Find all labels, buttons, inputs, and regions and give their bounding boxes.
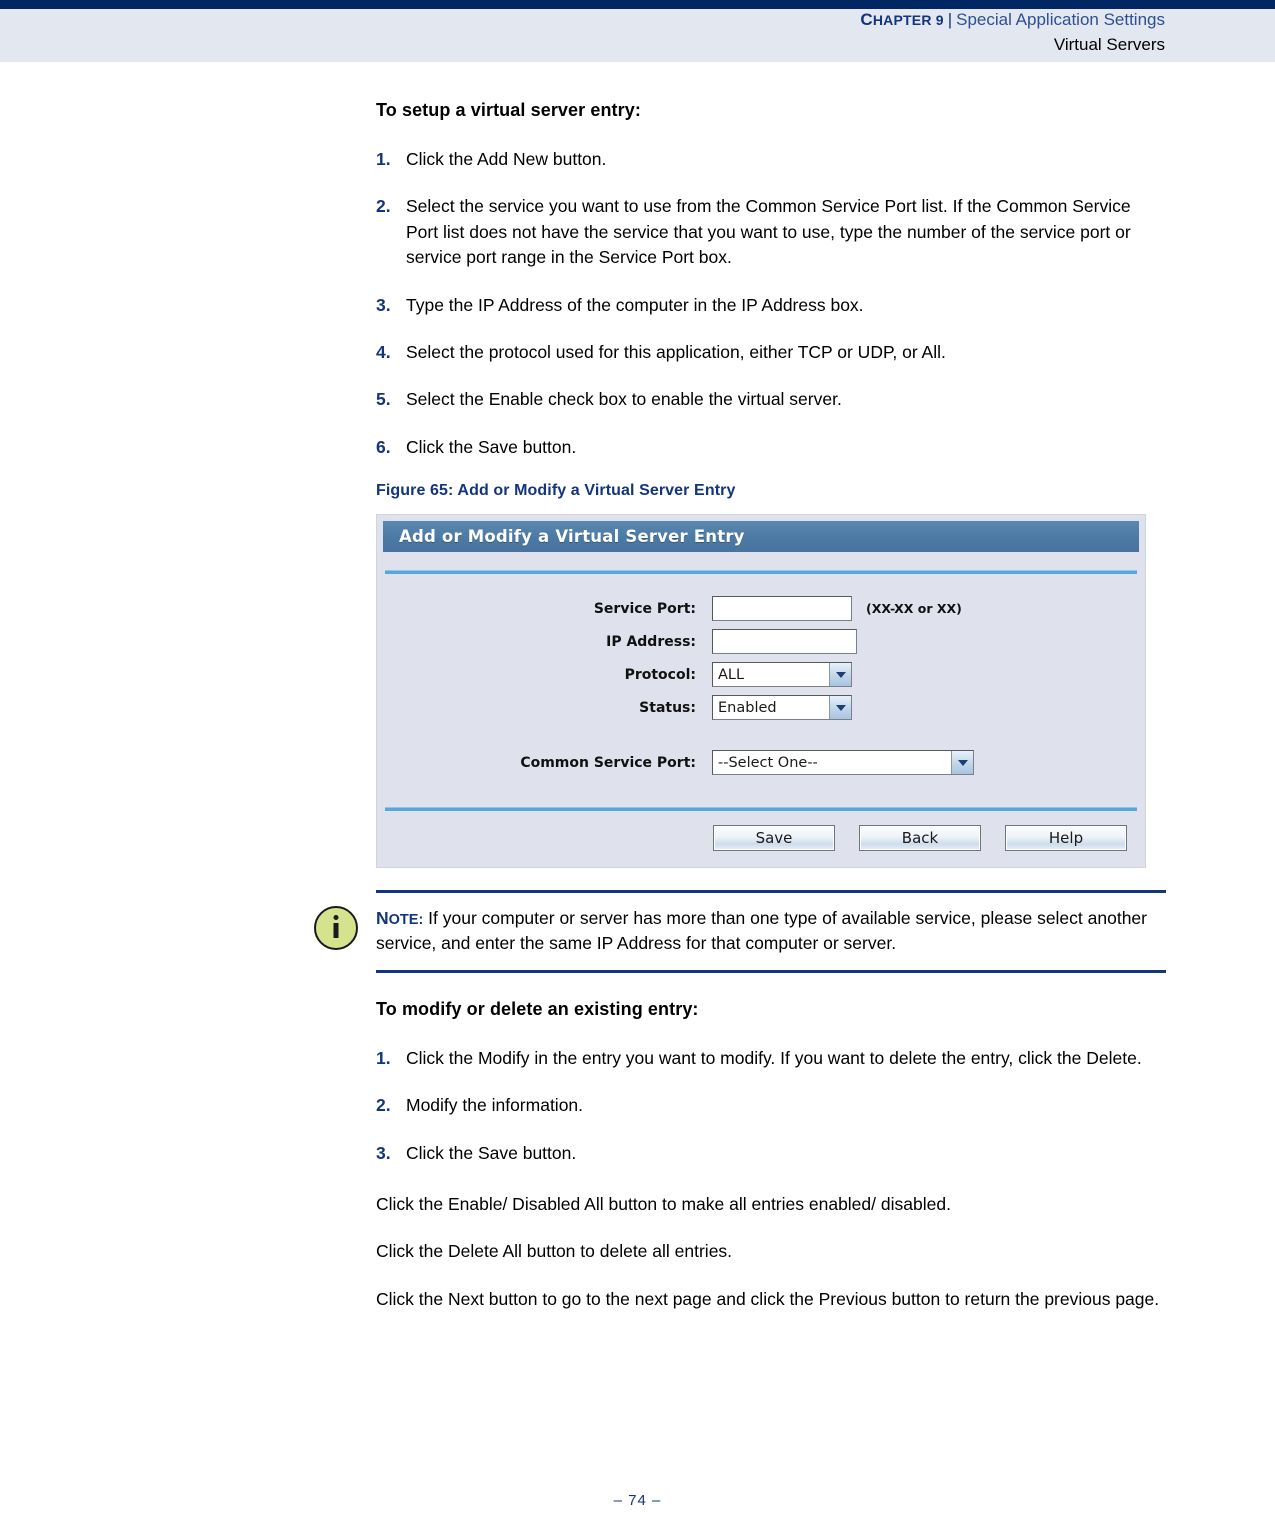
step-text: Select the service you want to use from … xyxy=(406,196,1131,268)
step-number: 5. xyxy=(376,389,391,410)
list-item: 2. Modify the information. xyxy=(376,1093,1166,1118)
note-label: NOTE: xyxy=(376,908,424,928)
common-service-port-select-value: --Select One-- xyxy=(718,754,818,771)
running-header: CHAPTER 9 | Special Application Settings V… xyxy=(860,8,1165,57)
list-item: 1. Click the Add New button. xyxy=(376,147,1166,172)
step-text: Select the protocol used for this applic… xyxy=(406,341,946,362)
step-text: Select the Enable check box to enable th… xyxy=(406,389,842,410)
common-service-port-select[interactable]: --Select One-- xyxy=(712,750,974,775)
form-row-status: Status: Enabled xyxy=(377,695,1145,720)
page-content: To setup a virtual server entry: 1. Clic… xyxy=(314,100,1166,1312)
header-subsection: Virtual Servers xyxy=(1053,35,1165,55)
protocol-select[interactable]: ALL xyxy=(712,662,852,687)
figure-virtual-server-entry: Add or Modify a Virtual Server Entry Ser… xyxy=(376,514,1146,868)
step-number: 2. xyxy=(376,1095,391,1116)
paragraph-enable-disable-all: Click the Enable/ Disabled All button to… xyxy=(376,1193,951,1214)
step-text: Click the Modify in the entry you want t… xyxy=(406,1047,1142,1068)
back-button[interactable]: Back xyxy=(859,825,981,851)
step-text: Click the Save button. xyxy=(406,436,577,457)
step-number: 3. xyxy=(376,1142,391,1163)
status-label: Status: xyxy=(639,699,696,716)
dialog-form: Service Port: (XX-XX or XX) IP Address: … xyxy=(377,574,1145,793)
note-text: NOTE: If your computer or server has mor… xyxy=(376,906,1166,957)
list-item: 3. Type the IP Address of the computer i… xyxy=(376,293,1166,318)
service-port-hint: (XX-XX or XX) xyxy=(866,601,962,616)
dialog-button-bar: Save Back Help xyxy=(377,811,1145,867)
form-row-common-service-port: Common Service Port: --Select One-- xyxy=(377,750,1145,775)
step-text: Click the Add New button. xyxy=(406,149,607,169)
paragraph-next-previous: Click the Next button to go to the next … xyxy=(376,1288,1160,1309)
list-item: 2. Select the service you want to use fr… xyxy=(376,194,1166,270)
dialog-title: Add or Modify a Virtual Server Entry xyxy=(383,521,1139,552)
step-number: 6. xyxy=(376,436,391,457)
status-select[interactable]: Enabled xyxy=(712,695,852,720)
chevron-down-icon[interactable] xyxy=(829,696,851,719)
service-port-input[interactable] xyxy=(712,596,852,621)
list-item: 4. Select the protocol used for this app… xyxy=(376,340,1166,365)
setup-heading: To setup a virtual server entry: xyxy=(376,100,641,120)
list-item: 6. Click the Save button. xyxy=(376,435,1166,460)
protocol-label: Protocol: xyxy=(624,666,696,683)
step-number: 1. xyxy=(376,149,391,169)
header-divider: | xyxy=(947,10,953,29)
step-number: 3. xyxy=(376,294,391,315)
header-section: Special Application Settings xyxy=(956,10,1165,29)
help-button[interactable]: Help xyxy=(1005,825,1127,851)
setup-steps-list: 1. Click the Add New button. 2. Select t… xyxy=(376,147,1166,460)
paragraph-delete-all: Click the Delete All button to delete al… xyxy=(376,1241,733,1262)
common-service-port-label: Common Service Port: xyxy=(520,754,696,771)
ip-address-label: IP Address: xyxy=(606,633,696,650)
chapter-label: CHAPTER 9 xyxy=(860,10,944,29)
note-body-text: If your computer or server has more than… xyxy=(376,908,1147,954)
step-number: 4. xyxy=(376,341,391,362)
page-number: – 74 – xyxy=(613,1492,662,1509)
ip-address-input[interactable] xyxy=(712,629,857,654)
step-number: 2. xyxy=(376,196,391,217)
chevron-down-icon[interactable] xyxy=(951,751,973,774)
list-item: 1. Click the Modify in the entry you wan… xyxy=(376,1046,1166,1071)
figure-caption: Figure 65: Add or Modify a Virtual Serve… xyxy=(376,482,736,499)
form-row-protocol: Protocol: ALL xyxy=(377,662,1145,687)
running-header-line-1: CHAPTER 9 | Special Application Settings xyxy=(860,8,1165,31)
info-icon xyxy=(314,906,358,950)
note-callout: NOTE: If your computer or server has mor… xyxy=(314,890,1166,973)
step-text: Type the IP Address of the computer in t… xyxy=(406,294,864,315)
form-row-service-port: Service Port: (XX-XX or XX) xyxy=(377,596,1145,621)
note-bottom-rule xyxy=(376,969,1166,973)
save-button[interactable]: Save xyxy=(713,825,835,851)
modify-steps-list: 1. Click the Modify in the entry you wan… xyxy=(376,1046,1166,1166)
form-row-ip-address: IP Address: xyxy=(377,629,1145,654)
status-select-value: Enabled xyxy=(718,699,777,716)
step-number: 1. xyxy=(376,1047,391,1068)
chevron-down-icon[interactable] xyxy=(829,663,851,686)
list-item: 3. Click the Save button. xyxy=(376,1141,1166,1166)
service-port-label: Service Port: xyxy=(593,600,696,617)
step-text: Modify the information. xyxy=(406,1095,584,1116)
modify-heading: To modify or delete an existing entry: xyxy=(376,998,699,1019)
protocol-select-value: ALL xyxy=(718,666,745,683)
list-item: 5. Select the Enable check box to enable… xyxy=(376,387,1166,412)
step-text: Click the Save button. xyxy=(406,1142,577,1163)
